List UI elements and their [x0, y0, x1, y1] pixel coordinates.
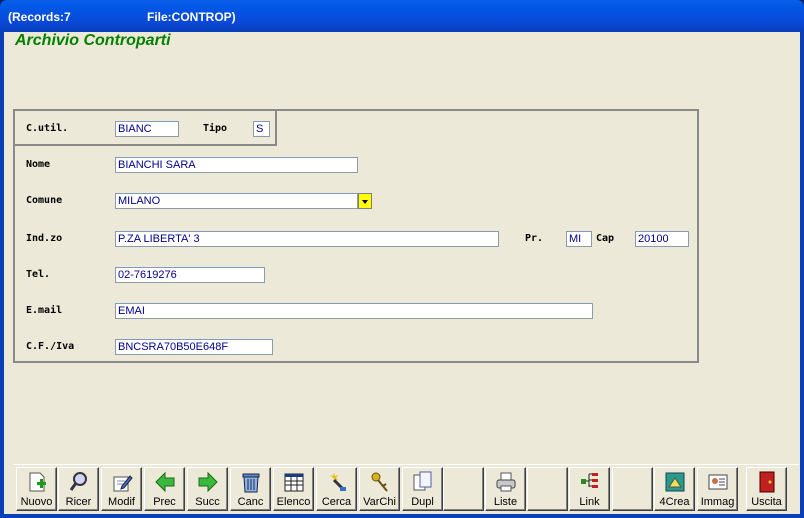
succ-button[interactable]: Succ — [187, 467, 228, 511]
dupl-button[interactable]: Dupl — [402, 467, 443, 511]
empty-toolbar-button-3[interactable] — [612, 467, 653, 511]
window-border-bottom — [0, 514, 804, 518]
comune-select[interactable]: MILANO — [115, 193, 358, 209]
uscita-button[interactable]: Uscita — [746, 467, 787, 511]
indirizzo-label: Ind.zo — [26, 233, 63, 244]
bottom-toolbar: Nuovo Ricer Modif Prec Succ Canc Elenco … — [13, 464, 799, 512]
page-title: Archivio Controparti — [15, 32, 171, 49]
file-name: File:CONTROP) — [147, 10, 236, 24]
immag-label: Immag — [700, 496, 735, 508]
uscita-label: Uscita — [751, 496, 782, 508]
client-area: Archivio Controparti C.util. BIANC Tipo … — [4, 32, 800, 514]
link-button[interactable]: Link — [569, 467, 610, 511]
comune-label: Comune — [26, 195, 63, 206]
ricer-button[interactable]: Ricer — [58, 467, 99, 511]
prec-button[interactable]: Prec — [144, 467, 185, 511]
cfiva-label: C.F./Iva — [26, 341, 75, 352]
tipo-field[interactable]: S — [253, 121, 270, 137]
ricer-label: Ricer — [65, 496, 92, 508]
link-tree-icon — [581, 473, 598, 488]
create-icon — [665, 472, 685, 492]
immag-button[interactable]: Immag — [697, 467, 738, 511]
find-wand-icon — [330, 473, 346, 492]
liste-button[interactable]: Liste — [485, 467, 526, 511]
nome-label: Nome — [26, 159, 51, 170]
chevron-down-icon[interactable] — [358, 193, 372, 209]
succ-label: Succ — [195, 496, 220, 508]
modif-button[interactable]: Modif — [101, 467, 142, 511]
arrow-right-icon — [198, 471, 218, 493]
liste-label: Liste — [493, 496, 518, 508]
duplicate-icon — [413, 471, 432, 491]
edit-icon — [113, 475, 133, 492]
keys-icon — [371, 472, 388, 492]
elenco-button[interactable]: Elenco — [273, 467, 314, 511]
provincia-label: Pr. — [525, 233, 544, 244]
nuovo-label: Nuovo — [20, 496, 53, 508]
link-label: Link — [579, 496, 600, 508]
indirizzo-field[interactable]: P.ZA LIBERTA' 3 — [115, 231, 499, 247]
tel-field[interactable]: 02-7619276 — [115, 267, 265, 283]
tipo-label: Tipo — [203, 123, 228, 134]
exit-door-icon — [759, 471, 775, 493]
nome-field[interactable]: BIANCHI SARA — [115, 157, 358, 173]
provincia-field[interactable]: MI — [566, 231, 592, 247]
cfiva-field[interactable]: BNCSRA70B50E648F — [115, 339, 273, 355]
modif-label: Modif — [108, 496, 135, 508]
canc-label: Canc — [237, 496, 264, 508]
elenco-label: Elenco — [276, 496, 311, 508]
empty-toolbar-button-1[interactable] — [443, 467, 484, 511]
varchi-button[interactable]: VarChi — [359, 467, 400, 511]
cutil-field[interactable]: BIANC — [115, 121, 179, 137]
new-document-icon — [29, 472, 46, 492]
window-border-right — [800, 32, 804, 518]
cap-label: Cap — [596, 233, 615, 244]
email-label: E.mail — [26, 305, 63, 316]
4crea-label: 4Crea — [659, 496, 690, 508]
arrow-left-icon — [155, 471, 175, 493]
list-icon — [284, 473, 304, 492]
records-count: (Records:7 — [8, 10, 71, 24]
title-bar: (Records:7 File:CONTROP) — [0, 0, 804, 32]
cerca-button[interactable]: Cerca — [316, 467, 357, 511]
varchi-label: VarChi — [363, 496, 396, 508]
tel-label: Tel. — [26, 269, 51, 280]
cap-field[interactable]: 20100 — [635, 231, 689, 247]
search-icon — [69, 472, 87, 491]
app-window: (Records:7 File:CONTROP) Archivio Contro… — [0, 0, 804, 518]
canc-button[interactable]: Canc — [230, 467, 271, 511]
trash-icon — [242, 473, 260, 493]
image-card-icon — [708, 474, 728, 490]
prec-label: Prec — [153, 496, 176, 508]
nuovo-button[interactable]: Nuovo — [16, 467, 57, 511]
cutil-label: C.util. — [26, 123, 69, 134]
empty-toolbar-button-2[interactable] — [527, 467, 568, 511]
cerca-label: Cerca — [321, 496, 352, 508]
dupl-label: Dupl — [411, 496, 434, 508]
email-field[interactable]: EMAI — [115, 303, 593, 319]
4crea-button[interactable]: 4Crea — [654, 467, 695, 511]
printer-icon — [496, 472, 516, 492]
